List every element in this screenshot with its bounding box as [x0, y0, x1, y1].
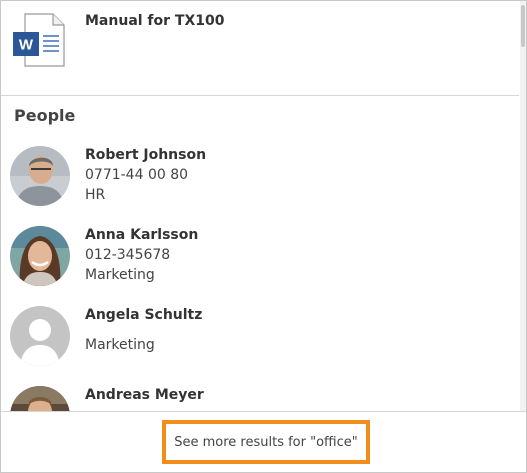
- avatar: [10, 146, 70, 206]
- person-department: Marketing: [85, 337, 155, 353]
- person-result[interactable]: Anna Karlsson 012-345678 Marketing: [1, 226, 519, 306]
- divider: [1, 95, 519, 96]
- person-phone: 012-345678: [85, 247, 171, 263]
- person-name: Anna Karlsson: [85, 227, 199, 243]
- person-department: HR: [85, 187, 106, 203]
- document-result[interactable]: W Manual for TX100: [1, 1, 519, 95]
- person-phone: 0771-44 00 80: [85, 167, 189, 183]
- person-department: Marketing: [85, 267, 155, 283]
- scrollbar-thumb[interactable]: [521, 5, 525, 47]
- person-name: Andreas Meyer: [85, 387, 204, 403]
- person-name: Robert Johnson: [85, 147, 207, 163]
- document-title: Manual for TX100: [85, 13, 225, 29]
- scrollbar[interactable]: [520, 1, 526, 411]
- results-footer: See more results for "office": [1, 411, 526, 472]
- person-result[interactable]: Robert Johnson 0771-44 00 80 HR: [1, 146, 519, 226]
- default-avatar-icon: [10, 306, 70, 366]
- person-result[interactable]: Angela Schultz Marketing: [1, 306, 519, 386]
- see-more-results-button[interactable]: See more results for "office": [162, 420, 370, 464]
- search-results-panel: W Manual for TX100 People Robert Johnson…: [0, 0, 527, 473]
- person-name: Angela Schultz: [85, 307, 203, 323]
- avatar: [10, 226, 70, 286]
- word-letter: W: [19, 37, 34, 54]
- people-section-title: People: [14, 106, 76, 125]
- word-document-icon: W: [13, 13, 65, 67]
